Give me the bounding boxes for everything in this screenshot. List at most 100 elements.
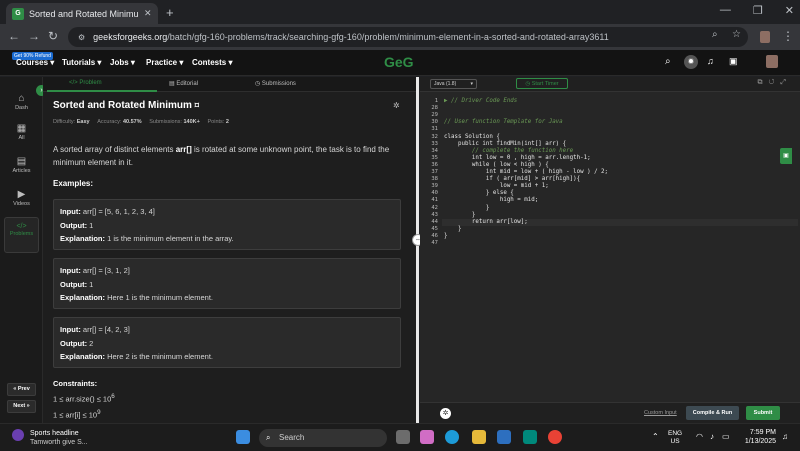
line-number: 41 xyxy=(431,197,438,204)
custom-input-link[interactable]: Custom Input xyxy=(644,410,677,416)
line-number: 37 xyxy=(431,169,438,175)
theme-toggle-icon[interactable]: ✹ xyxy=(684,55,698,69)
messages-icon[interactable]: ▣ xyxy=(729,56,738,67)
sidebar-item-dash[interactable]: ⌂ Dash xyxy=(4,93,39,121)
code-line: } xyxy=(444,211,476,218)
compile-run-button[interactable]: Compile & Run xyxy=(686,406,739,420)
chrome-icon[interactable] xyxy=(548,430,562,444)
search-icon[interactable]: ⌕ xyxy=(712,29,718,40)
browser-tab[interactable]: G Sorted and Rotated Minimum | Pr ✕ xyxy=(6,3,158,24)
submit-button[interactable]: Submit xyxy=(746,406,780,420)
windows-taskbar: Sports headline Tamworth give S... ⌕ Sear… xyxy=(0,423,800,451)
clock[interactable]: 7:59 PM 1/13/2025 xyxy=(745,428,776,446)
browser-tab-bar: G Sorted and Rotated Minimum | Pr ✕ + — … xyxy=(0,0,800,24)
line-number: 33 xyxy=(431,140,438,147)
edge-icon[interactable] xyxy=(445,430,459,444)
code-line: low = mid + 1; xyxy=(444,183,549,190)
dash-icon: ⌂ xyxy=(18,93,25,104)
store-icon[interactable] xyxy=(497,430,511,444)
battery-icon[interactable]: ▭ xyxy=(722,432,730,441)
example-box-2: Input: arr[] = [3, 1, 2] Output: 1 Expla… xyxy=(53,258,401,309)
close-window-icon[interactable]: ✕ xyxy=(785,4,794,17)
line-number: 47 xyxy=(431,240,438,246)
panel-divider[interactable] xyxy=(416,77,419,423)
code-line: if ( arr[mid] > arr[high]){ xyxy=(444,176,581,183)
bookmark-star-icon[interactable]: ☆ xyxy=(732,29,741,40)
menu-tutorials[interactable]: Tutorials ▾ xyxy=(62,58,101,67)
editor-actions: ⧉↺⤢ xyxy=(757,79,792,87)
menu-courses[interactable]: Courses ▾ xyxy=(16,58,54,67)
code-line: class Solution { xyxy=(444,133,500,140)
url-host: geeksforgeeks.org xyxy=(93,32,168,42)
next-button[interactable]: Next » xyxy=(7,400,36,413)
line-number: 40 xyxy=(431,190,438,197)
new-tab-icon[interactable]: + xyxy=(166,5,174,20)
address-bar-row: ← → ↻ ⚙ geeksforgeeks.org/batch/gfg-160-… xyxy=(0,24,800,50)
task-view-icon[interactable] xyxy=(396,430,410,444)
active-tab-indicator xyxy=(47,90,157,92)
menu-contests[interactable]: Contests ▾ xyxy=(192,58,232,67)
sidebar-item-videos[interactable]: ▶ Videos xyxy=(4,189,39,217)
tab-editorial[interactable]: ▤ Editorial xyxy=(169,80,198,87)
copy-icon[interactable]: ⧉ xyxy=(757,79,768,86)
gfg-logo[interactable]: GeG xyxy=(384,54,414,70)
code-line: return arr[low]; xyxy=(444,218,528,225)
reload-icon[interactable]: ↻ xyxy=(48,29,58,43)
restore-icon[interactable]: ❐ xyxy=(753,4,763,17)
line-number: 43 xyxy=(431,211,438,218)
reset-icon[interactable]: ↺ xyxy=(768,79,780,86)
site-info-icon[interactable]: ⚙ xyxy=(78,33,85,42)
code-editor-panel: Java (1.8) ▾ ◷ Start Timer ⧉↺⤢ 1 28 29 30 31… xyxy=(420,77,800,423)
line-number: 1 xyxy=(434,98,438,104)
copilot-icon[interactable] xyxy=(420,430,434,444)
sidebar-item-all[interactable]: ▦ All xyxy=(4,123,39,151)
code-line: // complete the function here xyxy=(444,147,574,154)
menu-practice[interactable]: Practice ▾ xyxy=(146,58,183,67)
code-line: } xyxy=(444,204,490,211)
gfg-favicon-icon: G xyxy=(12,7,24,20)
tab-problem[interactable]: </> Problem xyxy=(69,80,102,86)
tray-expand-icon[interactable]: ⌃ xyxy=(652,432,659,441)
header-search-icon[interactable]: ⌕ xyxy=(665,56,671,67)
back-icon[interactable]: ← xyxy=(8,29,20,43)
chat-icon[interactable]: ▣ xyxy=(780,148,792,164)
volume-icon[interactable]: ♪ xyxy=(710,432,714,441)
sidebar-item-articles[interactable]: ▤ Articles xyxy=(4,156,39,184)
notification-bell-icon[interactable]: ♫ xyxy=(707,56,714,66)
sidebar-item-problems[interactable]: </> Problems xyxy=(4,217,39,253)
example-box-3: Input: arr[] = [4, 2, 3] Output: 2 Expla… xyxy=(53,317,401,368)
prev-button[interactable]: « Prev xyxy=(7,383,36,396)
menu-kebab-icon[interactable]: ⋮ xyxy=(782,29,794,43)
line-number: 34 xyxy=(431,147,438,154)
forward-icon[interactable]: → xyxy=(28,29,40,43)
minimize-icon[interactable]: — xyxy=(720,4,731,17)
language-indicator[interactable]: ENG US xyxy=(668,430,682,446)
url-field[interactable]: ⚙ geeksforgeeks.org/batch/gfg-160-proble… xyxy=(68,27,748,47)
left-sidebar: › ⌂ Dash ▦ All ▤ Articles ▶ Videos </> Proble… xyxy=(0,77,47,423)
close-tab-icon[interactable]: ✕ xyxy=(144,8,152,19)
line-number: 45 xyxy=(431,225,438,232)
notifications-icon[interactable]: ♫ xyxy=(782,432,788,441)
wifi-icon[interactable]: ◠ xyxy=(696,432,703,441)
app-icon[interactable] xyxy=(523,430,537,444)
bug-report-icon[interactable]: ✲ xyxy=(393,101,400,110)
windows-start-icon[interactable] xyxy=(236,430,250,444)
code-line: high = mid; xyxy=(444,197,539,204)
file-explorer-icon[interactable] xyxy=(472,430,486,444)
settings-icon[interactable]: ✲ xyxy=(440,408,451,419)
code-area[interactable]: ▶ // Driver Code Ends // User function Te… xyxy=(444,92,784,407)
start-timer-button[interactable]: ◷ Start Timer xyxy=(516,78,568,89)
search-glass-icon: ⌕ xyxy=(266,433,271,442)
taskbar-search[interactable]: ⌕ Search xyxy=(259,429,387,447)
fullscreen-icon[interactable]: ⤢ xyxy=(780,79,792,86)
code-line: int mid = low + ( high - low ) / 2; xyxy=(444,169,609,175)
examples-heading: Examples: xyxy=(53,179,94,188)
code-icon: </> xyxy=(16,223,27,230)
points-value: 2 xyxy=(225,119,229,125)
profile-avatar[interactable] xyxy=(760,31,770,43)
user-avatar[interactable] xyxy=(766,55,778,68)
tab-submissions[interactable]: ◷ Submissions xyxy=(255,80,296,87)
language-select[interactable]: Java (1.8) ▾ xyxy=(430,79,477,89)
menu-jobs[interactable]: Jobs ▾ xyxy=(110,58,135,67)
bookmark-icon[interactable]: ⌑ xyxy=(195,101,199,110)
